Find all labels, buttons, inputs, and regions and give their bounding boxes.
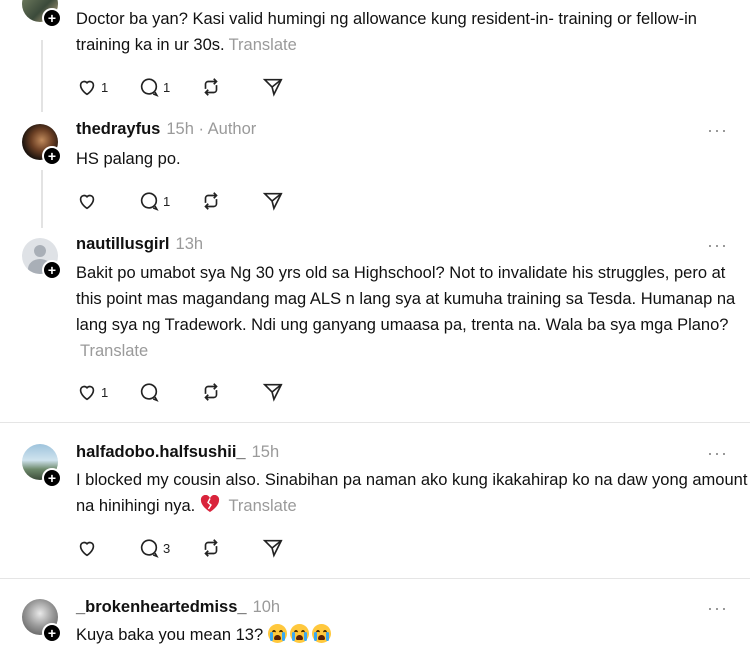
repost-button[interactable] [200, 190, 262, 212]
like-count: 1 [101, 384, 109, 400]
send-icon [262, 192, 283, 211]
post-text: I blocked my cousin also. Sinabihan pa n… [76, 467, 748, 521]
comment-icon [140, 192, 159, 211]
share-button[interactable] [262, 537, 324, 559]
repost-button[interactable] [200, 76, 262, 98]
share-button[interactable] [262, 190, 324, 212]
reply-count: 1 [163, 79, 171, 95]
reply-button[interactable]: 3 [138, 537, 200, 559]
translate-link[interactable]: Translate [80, 342, 148, 360]
post-text: Bakit po umabot sya Ng 30 yrs old sa Hig… [76, 264, 736, 360]
send-icon [262, 539, 283, 558]
thread-line [41, 170, 43, 228]
repost-icon [204, 383, 218, 401]
loudly-crying-face-emoji [267, 624, 287, 643]
post-text: Kuya baka you mean 13? [76, 622, 748, 648]
username[interactable]: nautillusgirl [76, 235, 170, 253]
post-header: halfadobo.halfsushii_ 15h [76, 443, 279, 462]
divider [0, 422, 750, 423]
share-button[interactable] [262, 381, 324, 403]
follow-plus-icon[interactable]: + [42, 260, 62, 280]
repost-icon [204, 539, 218, 557]
post-actions: 1 [76, 380, 324, 404]
repost-icon [204, 192, 218, 210]
reply-count: 1 [163, 193, 171, 209]
timestamp: 15h [166, 120, 194, 138]
post-text: Doctor ba yan? Kasi valid humingi ng all… [76, 10, 697, 54]
repost-button[interactable] [200, 537, 262, 559]
follow-plus-icon[interactable]: + [42, 623, 62, 643]
comment-icon [140, 383, 159, 402]
send-icon [262, 383, 283, 402]
broken-heart-emoji [200, 494, 220, 521]
more-options-icon[interactable]: ··· [707, 598, 728, 619]
reply-button[interactable]: 1 [138, 76, 200, 98]
comment-icon [140, 539, 159, 558]
reply-count: 3 [163, 540, 171, 556]
like-button[interactable]: 1 [76, 381, 138, 403]
username[interactable]: halfadobo.halfsushii_ [76, 443, 246, 461]
post-actions: 1 [76, 189, 324, 213]
translate-link[interactable]: Translate [229, 36, 297, 54]
more-options-icon[interactable]: ··· [707, 235, 728, 256]
like-button[interactable] [76, 190, 138, 212]
heart-icon [79, 80, 95, 96]
follow-plus-icon[interactable]: + [42, 8, 62, 28]
post-header: _brokenheartedmiss_ 10h [76, 598, 280, 617]
translate-link[interactable]: Translate [228, 497, 296, 515]
post-actions: 1 1 [76, 75, 324, 99]
follow-plus-icon[interactable]: + [42, 146, 62, 166]
reply-button[interactable] [138, 381, 200, 403]
post-text: HS palang po. [76, 150, 181, 168]
heart-icon [79, 541, 95, 557]
loudly-crying-face-emoji [289, 624, 309, 643]
comment-icon [140, 78, 159, 97]
default-avatar-head [34, 245, 46, 257]
share-button[interactable] [262, 76, 324, 98]
more-options-icon[interactable]: ··· [707, 120, 728, 141]
like-button[interactable] [76, 537, 138, 559]
repost-button[interactable] [200, 381, 262, 403]
post-actions: 3 [76, 536, 324, 560]
divider [0, 578, 750, 579]
username[interactable]: thedrayfus [76, 120, 160, 138]
heart-icon [79, 194, 95, 210]
post-header: nautillusgirl 13h [76, 235, 203, 254]
reply-button[interactable]: 1 [138, 190, 200, 212]
username[interactable]: _brokenheartedmiss_ [76, 598, 247, 616]
thread-line [41, 40, 43, 112]
timestamp: 15h [251, 443, 280, 461]
timestamp: 13h [175, 235, 204, 253]
like-button[interactable]: 1 [76, 76, 138, 98]
post-header: thedrayfus 15h · Author [76, 120, 256, 139]
send-icon [262, 78, 283, 97]
follow-plus-icon[interactable]: + [42, 468, 62, 488]
timestamp: 10h [252, 598, 281, 616]
heart-icon [79, 385, 95, 401]
author-badge: · Author [198, 120, 257, 138]
like-count: 1 [101, 79, 109, 95]
loudly-crying-face-emoji [311, 624, 331, 643]
more-options-icon[interactable]: ··· [707, 443, 728, 464]
repost-icon [204, 78, 218, 96]
